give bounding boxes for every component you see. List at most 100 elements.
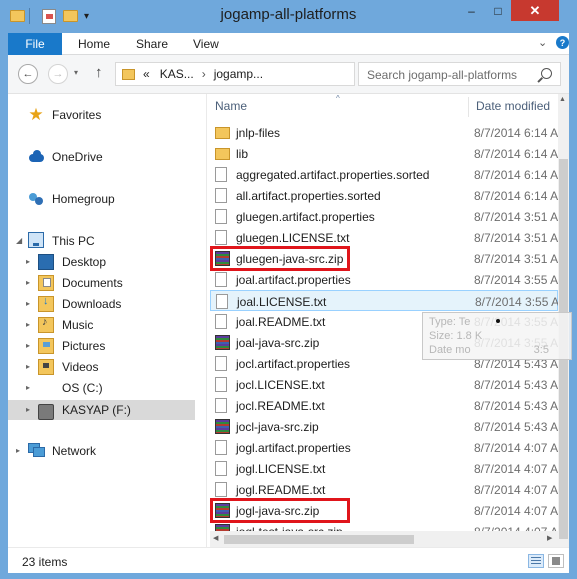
file-row[interactable]: jocl.LICENSE.txt 8/7/2014 5:43 A xyxy=(210,374,558,395)
file-row[interactable]: joal.artifact.properties 8/7/2014 3:55 A xyxy=(210,269,558,290)
expand-icon[interactable]: ▸ xyxy=(26,405,30,414)
nav-item-documents[interactable]: ▸ Documents xyxy=(26,273,123,293)
scroll-left-icon[interactable]: ◀ xyxy=(213,534,218,542)
nav-item-favorites[interactable]: ★ Favorites xyxy=(28,105,101,125)
expand-icon[interactable]: ▸ xyxy=(26,320,30,329)
tab-view[interactable]: View xyxy=(193,37,219,51)
file-row[interactable]: jogl.LICENSE.txt 8/7/2014 4:07 A xyxy=(210,458,558,479)
expand-ribbon-icon[interactable]: ⌄ xyxy=(538,36,547,49)
file-row[interactable]: jogl.artifact.properties 8/7/2014 4:07 A xyxy=(210,437,558,458)
file-name: gluegen.artifact.properties xyxy=(236,210,375,224)
nav-label: KASYAP (F:) xyxy=(62,403,131,417)
nav-item-this-pc[interactable]: ◢ This PC xyxy=(16,231,95,251)
file-icon xyxy=(215,356,227,371)
file-row[interactable]: joal.LICENSE.txt 8/7/2014 3:55 A xyxy=(210,290,559,311)
file-row[interactable]: gluegen.LICENSE.txt 8/7/2014 3:51 A xyxy=(210,227,558,248)
desktop-icon xyxy=(38,254,54,270)
scroll-right-icon[interactable]: ▶ xyxy=(547,534,552,542)
expand-icon[interactable]: ▸ xyxy=(16,446,20,455)
back-button[interactable]: ← xyxy=(18,64,38,84)
nav-item-downloads[interactable]: ▸ Downloads xyxy=(26,294,122,314)
file-name: jocl-java-src.zip xyxy=(236,420,319,434)
file-icon xyxy=(216,294,228,309)
nav-item-os-c[interactable]: ▸ OS (C:) xyxy=(26,378,103,398)
nav-label: OS (C:) xyxy=(62,381,103,395)
breadcrumb-separator[interactable]: › xyxy=(202,67,206,81)
breadcrumb-kasyap[interactable]: KAS... xyxy=(160,67,194,81)
breadcrumb-overflow[interactable]: « xyxy=(143,67,150,81)
address-bar[interactable]: « KAS... › jogamp... ▾ ↻ xyxy=(115,62,462,86)
nav-label: Homegroup xyxy=(52,192,115,206)
recent-locations-icon[interactable]: ▾ xyxy=(74,68,78,77)
file-row[interactable]: gluegen.artifact.properties 8/7/2014 3:51… xyxy=(210,206,558,227)
nav-item-music[interactable]: ▸ Music xyxy=(26,315,94,335)
minimize-button[interactable]: – xyxy=(458,0,485,21)
nav-item-pictures[interactable]: ▸ Pictures xyxy=(26,336,106,356)
breadcrumb-jogamp[interactable]: jogamp... xyxy=(214,67,263,81)
file-icon xyxy=(215,398,227,413)
nav-item-kasyap-f[interactable]: ▸ KASYAP (F:) xyxy=(26,400,131,420)
tab-share[interactable]: Share xyxy=(136,37,168,51)
file-row[interactable]: jocl.README.txt 8/7/2014 5:43 A xyxy=(210,395,558,416)
tab-home[interactable]: Home xyxy=(78,37,110,51)
column-header-date[interactable]: Date modified xyxy=(476,99,550,113)
mouse-cursor xyxy=(496,319,500,323)
expand-icon[interactable]: ▸ xyxy=(26,278,30,287)
search-icon[interactable] xyxy=(541,68,552,79)
expand-icon[interactable]: ▸ xyxy=(26,257,30,266)
forward-button[interactable]: → xyxy=(48,64,68,84)
file-icon xyxy=(215,272,227,287)
nav-label: Network xyxy=(52,444,97,458)
file-row[interactable]: all.artifact.properties.sorted 8/7/2014 6… xyxy=(210,185,558,206)
nav-label: Favorites xyxy=(52,108,102,122)
file-date: 8/7/2014 5:43 A xyxy=(474,420,559,434)
scroll-up-icon[interactable]: ▲ xyxy=(559,96,566,103)
close-button[interactable]: ✕ xyxy=(511,0,559,21)
expand-icon[interactable]: ▸ xyxy=(26,341,30,350)
file-row[interactable]: jocl-java-src.zip 8/7/2014 5:43 A xyxy=(210,416,558,437)
tab-file[interactable]: File xyxy=(8,33,62,55)
star-icon: ★ xyxy=(28,105,44,124)
highlight-box xyxy=(210,246,350,271)
documents-icon xyxy=(38,275,54,291)
details-view-icon[interactable] xyxy=(528,554,544,568)
file-row[interactable]: aggregated.artifact.properties.sorted 8/7… xyxy=(210,164,558,185)
nav-item-onedrive[interactable]: OneDrive xyxy=(28,147,103,167)
network-icon xyxy=(28,443,45,459)
nav-item-desktop[interactable]: ▸ Desktop xyxy=(26,252,107,272)
removable-drive-icon xyxy=(38,404,54,420)
expand-icon[interactable]: ▸ xyxy=(26,383,30,392)
nav-label: Music xyxy=(62,318,94,332)
nav-label: Pictures xyxy=(62,339,106,353)
file-name: joal-java-src.zip xyxy=(236,336,320,350)
collapse-icon[interactable]: ◢ xyxy=(16,236,22,245)
nav-label: Desktop xyxy=(62,255,107,269)
horizontal-scroll-thumb[interactable] xyxy=(224,535,414,544)
nav-item-network[interactable]: ▸ Network xyxy=(16,441,97,461)
horizontal-scrollbar[interactable]: ◀ ▶ xyxy=(210,531,558,548)
column-header-name[interactable]: Name xyxy=(215,99,247,113)
maximize-button[interactable]: □ xyxy=(485,0,511,21)
file-icon xyxy=(215,461,227,476)
file-icon xyxy=(215,209,227,224)
file-row[interactable]: lib 8/7/2014 6:14 A xyxy=(210,143,558,164)
tooltip-date-tail: 3:5 xyxy=(533,344,549,356)
nav-item-homegroup[interactable]: Homegroup xyxy=(28,189,115,209)
file-name: gluegen.LICENSE.txt xyxy=(236,231,350,245)
nav-label: Downloads xyxy=(62,297,122,311)
search-placeholder[interactable]: Search jogamp-all-platforms xyxy=(367,68,517,82)
file-date: 8/7/2014 6:14 A xyxy=(474,147,559,161)
expand-icon[interactable]: ▸ xyxy=(26,362,30,371)
file-date: 8/7/2014 6:14 A xyxy=(474,168,559,182)
search-box[interactable]: Search jogamp-all-platforms xyxy=(358,62,561,86)
pictures-icon xyxy=(38,338,54,354)
file-row[interactable]: jnlp-files 8/7/2014 6:14 A xyxy=(210,122,558,143)
expand-icon[interactable]: ▸ xyxy=(26,299,30,308)
help-icon[interactable]: ? xyxy=(556,36,569,49)
column-divider[interactable] xyxy=(468,97,469,117)
file-row[interactable]: jogl.README.txt 8/7/2014 4:07 A xyxy=(210,479,558,500)
up-button[interactable]: ↑ xyxy=(95,64,103,81)
large-icons-view-icon[interactable] xyxy=(548,554,564,568)
computer-icon xyxy=(28,232,44,248)
nav-item-videos[interactable]: ▸ Videos xyxy=(26,357,98,377)
